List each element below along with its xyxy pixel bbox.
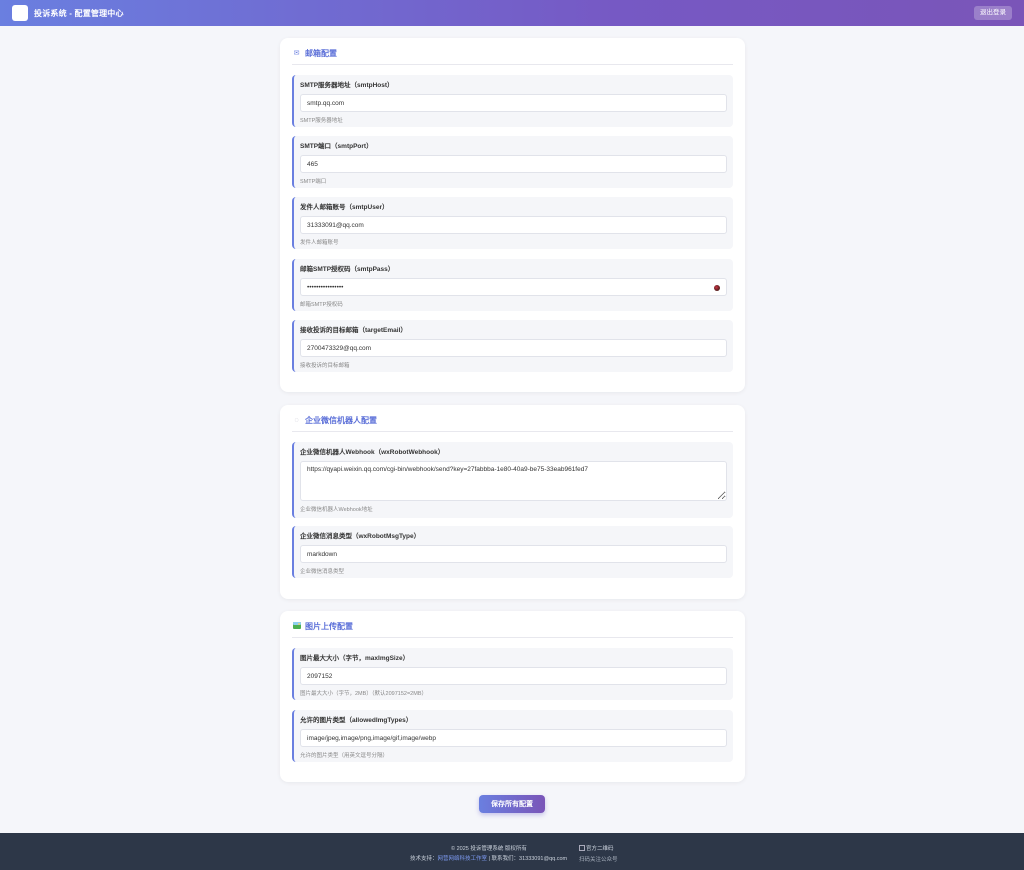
- logo: [12, 5, 28, 21]
- field-label: 发件人邮箱账号（smtpUser）: [300, 204, 389, 211]
- field-label: SMTP服务器地址（smtpHost）: [300, 82, 394, 89]
- field-allowed-img-types: 允许的图片类型（allowedImgTypes） 允许的图片类型（用英文逗号分隔…: [292, 710, 733, 762]
- field-hint: 发件人邮箱账号: [300, 240, 339, 246]
- smtp-host-input[interactable]: [300, 94, 727, 112]
- upload-section-title: 图片上传配置: [292, 621, 733, 638]
- page-title: 投诉系统 - 配置管理中心: [34, 8, 124, 18]
- copyright-text: © 2025 投诉管理系统 版权所有: [451, 846, 527, 852]
- image-icon: [292, 621, 301, 631]
- field-label: 企业微信消息类型（wxRobotMsgType）: [300, 533, 421, 540]
- logout-button[interactable]: 退出登录: [974, 6, 1012, 20]
- field-label: 图片最大大小（字节，maxImgSize）: [300, 655, 410, 662]
- contact-text: | 联系我们：31333091@qq.com: [487, 856, 568, 862]
- field-label: SMTP端口（smtpPort）: [300, 143, 373, 150]
- email-icon: ✉: [293, 50, 300, 57]
- field-smtp-pass: 邮箱SMTP授权码（smtpPass） 邮箱SMTP授权码: [292, 259, 733, 311]
- smtp-pass-input[interactable]: [300, 278, 727, 296]
- field-hint: 图片最大大小（字节，2MB）（默认2097152=2MB）: [300, 691, 427, 697]
- wx-msgtype-input[interactable]: [300, 545, 727, 563]
- support-line: 技术支持：网营网络科技工作室 | 联系我们：31333091@qq.com: [410, 854, 567, 862]
- field-hint: 接收投诉的目标邮箱: [300, 363, 350, 369]
- field-max-img-size: 图片最大大小（字节，maxImgSize） 图片最大大小（字节，2MB）（默认2…: [292, 648, 733, 700]
- upload-config-card: 图片上传配置 图片最大大小（字节，maxImgSize） 图片最大大小（字节，2…: [280, 611, 745, 782]
- email-config-card: ✉ 邮箱配置 SMTP服务器地址（smtpHost） SMTP服务器地址 SMT…: [280, 38, 745, 392]
- field-label: 允许的图片类型（allowedImgTypes）: [300, 717, 413, 724]
- field-smtp-user: 发件人邮箱账号（smtpUser） 发件人邮箱账号: [292, 197, 733, 249]
- password-wrapper: [300, 278, 727, 296]
- broken-image-icon: [579, 845, 585, 851]
- support-link[interactable]: 网营网络科技工作室: [438, 856, 488, 862]
- footer: © 2025 投诉管理系统 版权所有 技术支持：网营网络科技工作室 | 联系我们…: [0, 833, 1024, 870]
- wechat-config-card: ◌ 企业微信机器人配置 企业微信机器人Webhook（wxRobotWebhoo…: [280, 405, 745, 599]
- email-section-title: ✉ 邮箱配置: [292, 48, 733, 65]
- field-hint: 企业微信消息类型: [300, 569, 345, 575]
- field-hint: 邮箱SMTP授权码: [300, 302, 343, 308]
- field-hint: 企业微信机器人Webhook地址: [300, 507, 373, 513]
- wechat-section-title: ◌ 企业微信机器人配置: [292, 415, 733, 432]
- target-email-input[interactable]: [300, 339, 727, 357]
- smtp-user-input[interactable]: [300, 216, 727, 234]
- field-hint: SMTP端口: [300, 179, 327, 185]
- field-hint: 允许的图片类型（用英文逗号分隔）: [300, 753, 389, 759]
- robot-icon: ◌: [294, 416, 299, 424]
- max-img-size-input[interactable]: [300, 667, 727, 685]
- wx-webhook-textarea[interactable]: https://qyapi.weixin.qq.com/cgi-bin/webh…: [300, 461, 727, 501]
- app-header: 投诉系统 - 配置管理中心 退出登录: [0, 0, 1024, 26]
- show-password-icon[interactable]: [714, 285, 720, 291]
- qr-code-image: 官方二维码: [579, 844, 618, 852]
- qr-alt-text: 官方二维码: [586, 846, 614, 852]
- field-label: 接收投诉的目标邮箱（targetEmail）: [300, 327, 407, 334]
- field-hint: SMTP服务器地址: [300, 118, 343, 124]
- field-target-email: 接收投诉的目标邮箱（targetEmail） 接收投诉的目标邮箱: [292, 320, 733, 372]
- field-label: 企业微信机器人Webhook（wxRobotWebhook）: [300, 449, 445, 456]
- allowed-img-types-input[interactable]: [300, 729, 727, 747]
- support-prefix: 技术支持：: [410, 856, 438, 862]
- smtp-port-input[interactable]: [300, 155, 727, 173]
- save-all-button[interactable]: 保存所有配置: [479, 795, 545, 813]
- field-wx-webhook: 企业微信机器人Webhook（wxRobotWebhook） https://q…: [292, 442, 733, 518]
- field-label: 邮箱SMTP授权码（smtpPass）: [300, 266, 395, 273]
- qr-caption: 扫码关注公众号: [579, 857, 618, 863]
- field-smtp-port: SMTP端口（smtpPort） SMTP端口: [292, 136, 733, 188]
- field-wx-msgtype: 企业微信消息类型（wxRobotMsgType） 企业微信消息类型: [292, 526, 733, 578]
- qr-block: 官方二维码 扫码关注公众号: [579, 844, 618, 863]
- field-smtp-host: SMTP服务器地址（smtpHost） SMTP服务器地址: [292, 75, 733, 127]
